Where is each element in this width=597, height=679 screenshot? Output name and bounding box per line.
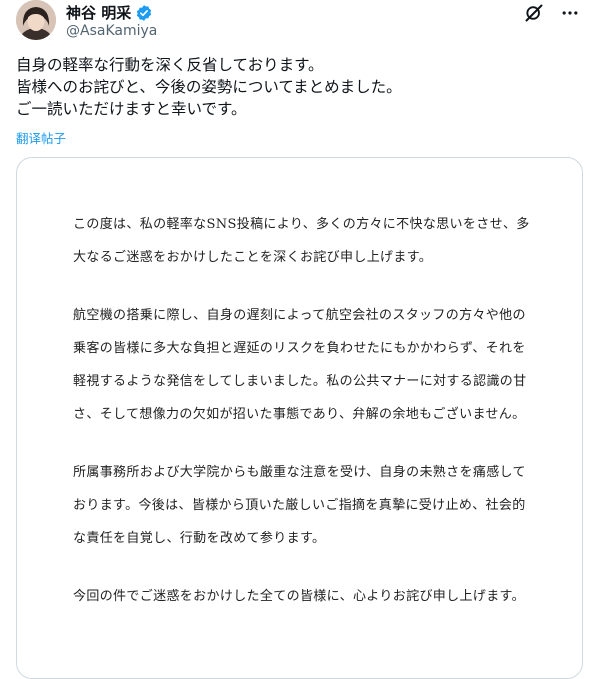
display-name[interactable]: 神谷 明采 [66,2,131,23]
tweet-header: 神谷 明采 @AsaKamiya [16,0,581,46]
tweet-text-line: ご一読いただけますと幸いです。 [16,100,247,118]
document-line: 今回の件でご迷惑をおかけした全ての皆様に、心よりお詫び申し上げます。 [73,589,525,604]
document-paragraph: 所属事務所および大学院からも厳重な注意を受け、自身の未熟さを痛感して おります。… [73,456,543,555]
document-line: 軽視するような発信をしてしまいました。私の公共マナーに対する認識の甘 [73,374,527,389]
media-image[interactable]: この度は、私の軽率なSNS投稿により、多くの方々に不快な思いをさせ、多 大なるご… [16,157,583,679]
document-line: 所属事務所および大学院からも厳重な注意を受け、自身の未熟さを痛感して [73,465,526,480]
document-line: な責任を自覚し、行動を改めて参ります。 [73,531,326,546]
document-line: さ、そして想像力の欠如が招いた事態であり、弁解の余地もございません。 [73,407,526,422]
verified-badge-icon [135,4,153,22]
document-line: 乗客の皆様に多大な負担と遅延のリスクを負わせたにもかかわらず、それを [73,341,526,356]
document-line: おります。今後は、皆様から頂いた厳しいご指摘を真摯に受け止め、社会的 [73,498,526,513]
grok-icon[interactable] [523,2,545,24]
document-line: 航空機の搭乗に際し、自身の遅刻によって航空会社のスタッフの方々や他の [73,308,526,323]
avatar-image [16,0,56,40]
user-handle[interactable]: @AsaKamiya [66,23,157,39]
tweet-text-line: 皆様へのお詫びと、今後の姿勢についてまとめました。 [16,78,402,96]
translate-post-link[interactable]: 翻译帖子 [16,128,66,147]
document-paragraph: この度は、私の軽率なSNS投稿により、多くの方々に不快な思いをさせ、多 大なるご… [73,208,543,274]
document-line: 大なるご迷惑をおかけしたことを深くお詫び申し上げます。 [73,250,433,265]
document-line: この度は、私の軽率なSNS投稿により、多くの方々に不快な思いをさせ、多 [73,217,530,232]
tweet-text-line: 自身の軽率な行動を深く反省しております。 [16,56,324,74]
apology-document: この度は、私の軽率なSNS投稿により、多くの方々に不快な思いをさせ、多 大なるご… [73,208,543,638]
document-paragraph: 今回の件でご迷惑をおかけした全ての皆様に、心よりお詫び申し上げます。 [73,580,543,613]
tweet-text: 自身の軽率な行動を深く反省しております。 皆様へのお詫びと、今後の姿勢についてま… [16,54,581,120]
more-icon[interactable] [559,2,581,24]
document-paragraph: 航空機の搭乗に際し、自身の遅刻によって航空会社のスタッフの方々や他の 乗客の皆様… [73,299,543,431]
avatar[interactable] [16,0,56,40]
